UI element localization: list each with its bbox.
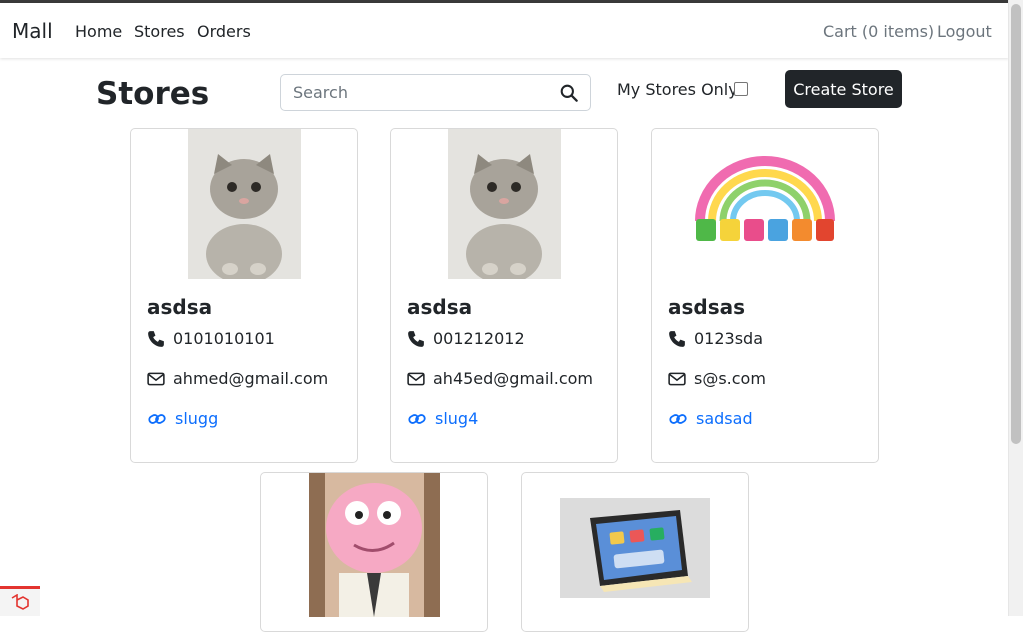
search-input[interactable] [281,75,565,110]
store-slug-row[interactable]: slug4 [407,409,478,428]
store-image [448,129,561,279]
scrollbar[interactable] [1008,0,1023,616]
store-card[interactable] [260,472,488,632]
store-email: s@s.com [694,369,766,388]
nav-cart-link[interactable]: Cart (0 items) [823,22,934,41]
store-slug-link[interactable]: sadsad [696,409,753,428]
create-store-button[interactable]: Create Store [785,70,902,108]
store-phone: 001212012 [433,329,525,348]
store-card[interactable]: asdsa 001212012 ah45ed@gmail.com slug4 [390,128,618,463]
store-card[interactable]: asdsas 0123sda s@s.com sadsad [651,128,879,463]
store-phone-row: 0101010101 [147,329,275,348]
store-slug-row[interactable]: sadsad [668,409,753,428]
store-phone: 0101010101 [173,329,275,348]
envelope-icon [147,372,165,385]
store-image [188,129,301,279]
brand-link[interactable]: Mall [12,19,53,43]
nav-home-link[interactable]: Home [75,22,122,41]
store-email-row: ah45ed@gmail.com [407,369,593,388]
nav-orders-link[interactable]: Orders [197,22,251,41]
store-image [560,498,710,598]
store-email: ahmed@gmail.com [173,369,329,388]
laravel-logo-icon [11,593,29,610]
search-icon[interactable] [560,84,578,102]
link-icon [408,413,426,424]
store-image [309,473,440,617]
nav-stores-link[interactable]: Stores [134,22,185,41]
envelope-icon [668,372,686,385]
scrollbar-thumb[interactable] [1011,4,1021,444]
store-phone-row: 001212012 [407,329,525,348]
phone-icon [148,330,164,347]
navbar: Mall Home Stores Orders Cart (0 items) L… [0,3,1009,58]
store-email-row: s@s.com [668,369,766,388]
nav-logout-link[interactable]: Logout [937,22,992,41]
store-slug-link[interactable]: slug4 [435,409,478,428]
store-email: ah45ed@gmail.com [433,369,593,388]
store-phone: 0123sda [694,329,764,348]
my-stores-label: My Stores Only [617,80,738,99]
store-card[interactable] [521,472,749,632]
store-card[interactable]: asdsa 0101010101 ahmed@gmail.com slugg [130,128,358,463]
store-phone-row: 0123sda [668,329,763,348]
my-stores-checkbox[interactable] [734,82,748,96]
phone-icon [669,330,685,347]
store-slug-row[interactable]: slugg [147,409,218,428]
envelope-icon [407,372,425,385]
page-title: Stores [96,76,210,112]
store-email-row: ahmed@gmail.com [147,369,328,388]
store-slug-link[interactable]: slugg [175,409,218,428]
store-name: asdsa [407,295,473,319]
laravel-debugbar-toggle[interactable] [0,586,40,616]
link-icon [148,413,166,424]
link-icon [669,413,687,424]
store-name: asdsas [668,295,746,319]
store-image [690,151,840,246]
store-name: asdsa [147,295,213,319]
phone-icon [408,330,424,347]
search-box [280,74,591,111]
